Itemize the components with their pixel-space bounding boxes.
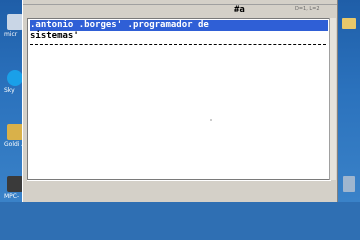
editor-window: #a D=1, L=2 .antonio .borges' .programad… — [22, 0, 338, 202]
computer-icon — [7, 14, 23, 30]
header-marker: #a — [234, 5, 245, 15]
vertical-scrollbar[interactable] — [329, 18, 336, 180]
mouse-cursor-dot — [210, 119, 212, 121]
recycle-bin-icon — [343, 176, 355, 192]
editor-line-selected[interactable]: .antonio .borges' .programador de — [30, 20, 328, 31]
editor-line[interactable]: sistemas' — [30, 31, 328, 42]
ruler-readout: D=1, L=2 — [295, 6, 320, 12]
status-bar — [27, 180, 331, 201]
desktop-icon-recycle-bin[interactable] — [338, 176, 360, 192]
media-player-icon — [7, 176, 23, 192]
folder-icon — [342, 18, 356, 29]
desktop-icon-folder[interactable] — [338, 18, 360, 29]
text-editor-area[interactable]: .antonio .borges' .programador de sistem… — [27, 18, 331, 180]
page-break-divider — [30, 44, 326, 45]
editor-header: #a D=1, L=2 — [27, 5, 327, 15]
gold-app-icon — [7, 124, 23, 140]
skype-icon — [7, 70, 23, 86]
